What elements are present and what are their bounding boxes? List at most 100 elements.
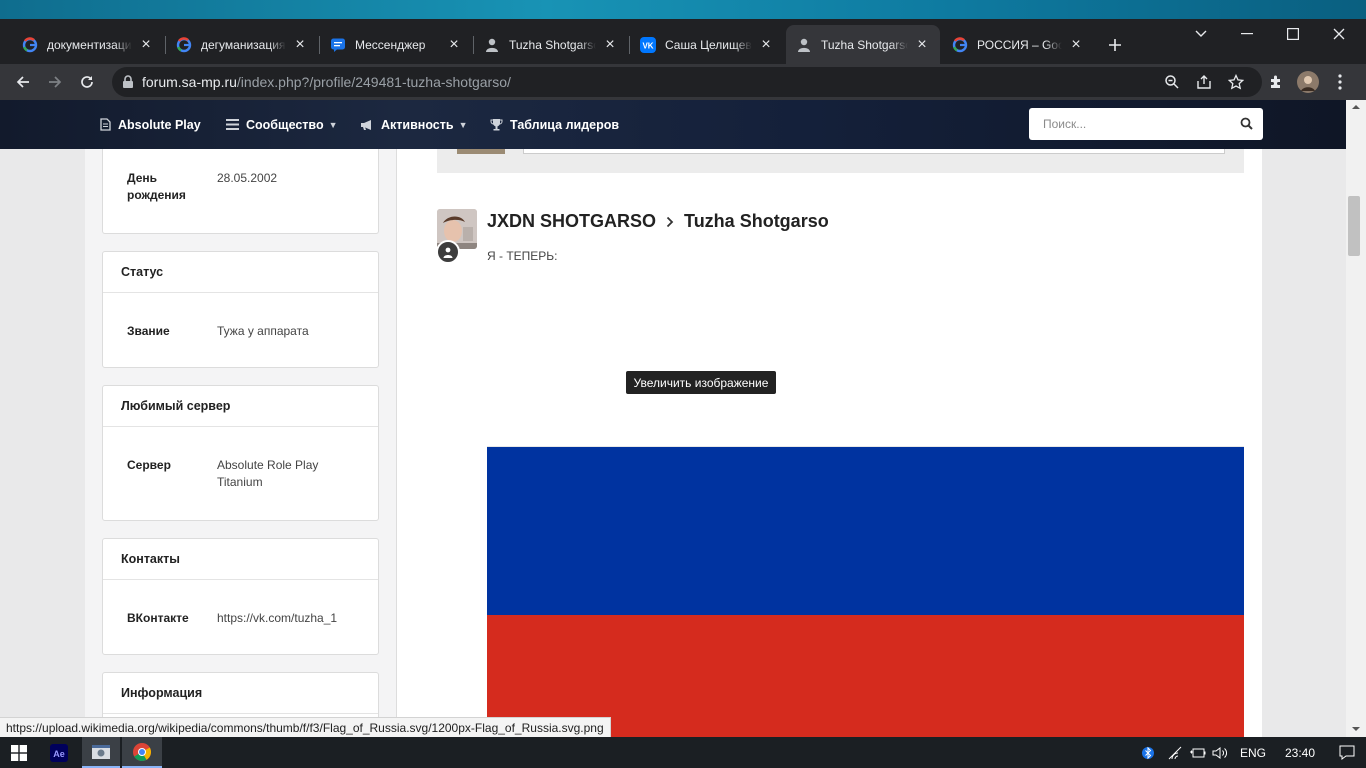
notifications-icon[interactable] bbox=[1328, 737, 1366, 768]
close-icon[interactable]: × bbox=[1068, 36, 1084, 53]
tab-6-active[interactable]: Tuzha Shotgarso × bbox=[786, 25, 940, 64]
chrome-icon[interactable] bbox=[122, 737, 162, 768]
nav-label: Таблица лидеров bbox=[510, 117, 620, 132]
nav-community[interactable]: Сообщество ▼ bbox=[226, 100, 338, 149]
tab-1[interactable]: документизация × bbox=[12, 25, 164, 64]
bookmark-star-icon[interactable] bbox=[1222, 68, 1250, 96]
close-icon[interactable]: × bbox=[446, 36, 462, 53]
url-host: forum.sa-mp.ru bbox=[142, 74, 237, 90]
card-title: Контакты bbox=[103, 539, 378, 580]
app-window-icon[interactable] bbox=[82, 737, 120, 768]
nav-label: Сообщество bbox=[246, 117, 324, 132]
tab-title: документизация bbox=[47, 37, 132, 52]
tab-2[interactable]: дегуманизация × bbox=[166, 25, 318, 64]
clock[interactable]: 23:40 bbox=[1280, 737, 1320, 768]
post-header: JXDN SHOTGARSO Tuzha Shotgarso bbox=[487, 211, 829, 232]
nav-label: Активность bbox=[381, 117, 454, 132]
tab-title: Tuzha Shotgarso bbox=[821, 37, 908, 52]
battery-icon[interactable] bbox=[1188, 737, 1208, 768]
chevron-right-icon bbox=[666, 216, 674, 228]
card-title: Статус bbox=[103, 252, 378, 293]
menu-icon[interactable] bbox=[1326, 68, 1354, 96]
search-icon[interactable] bbox=[1240, 117, 1253, 130]
field-label: Сервер bbox=[127, 458, 171, 472]
tab-title: Саша Целищев bbox=[665, 37, 752, 52]
flag-blue-stripe bbox=[487, 447, 1244, 615]
composer-input[interactable] bbox=[523, 149, 1225, 154]
close-icon[interactable]: × bbox=[138, 36, 154, 53]
url-path: /index.php?/profile/249481-tuzha-shotgar… bbox=[236, 74, 511, 90]
messenger-icon bbox=[330, 37, 346, 53]
field-value: 28.05.2002 bbox=[217, 171, 278, 185]
composer-avatar bbox=[457, 149, 505, 154]
forward-button[interactable] bbox=[41, 68, 69, 96]
language-indicator[interactable]: ENG bbox=[1238, 737, 1268, 768]
vk-link[interactable]: https://vk.com/tuzha_1 bbox=[217, 610, 387, 627]
nav-leaderboard[interactable]: Таблица лидеров bbox=[490, 100, 619, 149]
share-icon[interactable] bbox=[1190, 68, 1218, 96]
extensions-icon[interactable] bbox=[1262, 68, 1290, 96]
maximize-button[interactable] bbox=[1270, 19, 1316, 49]
browser-toolbar: forum.sa-mp.ru/index.php?/profile/249481… bbox=[0, 64, 1366, 100]
google-icon bbox=[952, 36, 968, 53]
tab-strip: документизация × дегуманизация × Мессенд… bbox=[0, 19, 1366, 64]
volume-icon[interactable] bbox=[1210, 737, 1230, 768]
tab-title: РОССИЯ – Google bbox=[977, 37, 1062, 52]
nav-label: Absolute Play bbox=[118, 117, 201, 132]
post-recipient[interactable]: Tuzha Shotgarso bbox=[684, 211, 829, 232]
vk-icon: VK bbox=[640, 36, 656, 53]
tab-5[interactable]: VK Саша Целищев × bbox=[630, 25, 784, 64]
after-effects-icon[interactable]: Ae bbox=[44, 737, 74, 768]
tab-7[interactable]: РОССИЯ – Google × bbox=[942, 25, 1094, 64]
enlarge-image-tooltip: Увеличить изображение bbox=[626, 371, 776, 394]
close-icon[interactable]: × bbox=[602, 36, 618, 53]
megaphone-icon bbox=[360, 119, 374, 131]
caret-down-icon: ▼ bbox=[328, 119, 338, 130]
search-input[interactable] bbox=[1043, 117, 1233, 131]
birthday-card: День рождения 28.05.2002 bbox=[102, 140, 379, 234]
favorite-server-card: Любимый сервер Сервер Absolute Role Play… bbox=[102, 385, 379, 521]
field-value: Тужа у аппарата bbox=[217, 324, 309, 338]
list-icon bbox=[226, 119, 239, 130]
nav-activity[interactable]: Активность ▼ bbox=[360, 100, 467, 149]
close-icon[interactable]: × bbox=[292, 36, 308, 53]
field-label: Звание bbox=[127, 324, 170, 338]
tab-3[interactable]: Мессенджер × bbox=[320, 25, 472, 64]
close-icon[interactable]: × bbox=[758, 36, 774, 53]
post-author[interactable]: JXDN SHOTGARSO bbox=[487, 211, 656, 232]
reload-button[interactable] bbox=[73, 68, 101, 96]
minimize-button[interactable] bbox=[1224, 19, 1270, 49]
close-icon[interactable]: × bbox=[914, 36, 930, 53]
user-icon bbox=[796, 37, 812, 53]
russia-flag-image[interactable] bbox=[487, 446, 1244, 737]
google-icon bbox=[22, 36, 38, 53]
tab-title: Мессенджер bbox=[355, 37, 426, 52]
google-icon bbox=[176, 36, 192, 53]
card-title: Любимый сервер bbox=[103, 386, 378, 427]
address-bar[interactable]: forum.sa-mp.ru/index.php?/profile/249481… bbox=[112, 67, 1262, 97]
lock-icon[interactable] bbox=[122, 75, 134, 89]
caret-down-icon: ▼ bbox=[458, 119, 468, 130]
taskbar: Ae ENG 23:40 bbox=[0, 737, 1366, 768]
tab-search-button[interactable] bbox=[1178, 19, 1224, 49]
network-icon[interactable] bbox=[1166, 737, 1186, 768]
tab-title: дегуманизация bbox=[201, 37, 286, 52]
back-button[interactable] bbox=[9, 68, 37, 96]
new-tab-button[interactable] bbox=[1101, 31, 1129, 59]
close-window-button[interactable] bbox=[1316, 19, 1362, 49]
zoom-icon[interactable] bbox=[1158, 68, 1186, 96]
profile-avatar[interactable] bbox=[1294, 68, 1322, 96]
card-title: Информация bbox=[103, 673, 378, 714]
scrollbar-thumb[interactable] bbox=[1348, 196, 1360, 256]
post-text: Я - ТЕПЕРЬ: bbox=[487, 249, 558, 263]
tab-title: Tuzha Shotgarso bbox=[509, 37, 596, 52]
forum-search bbox=[1029, 108, 1263, 140]
svg-text:Ae: Ae bbox=[53, 749, 65, 759]
nav-absolute-play[interactable]: Absolute Play bbox=[100, 100, 201, 149]
field-label: ВКонтакте bbox=[127, 611, 189, 625]
user-icon bbox=[484, 37, 500, 53]
user-badge-icon bbox=[436, 240, 460, 264]
bluetooth-icon[interactable] bbox=[1139, 737, 1157, 768]
tab-4[interactable]: Tuzha Shotgarso × bbox=[474, 25, 628, 64]
windows-start-icon[interactable] bbox=[0, 737, 38, 768]
